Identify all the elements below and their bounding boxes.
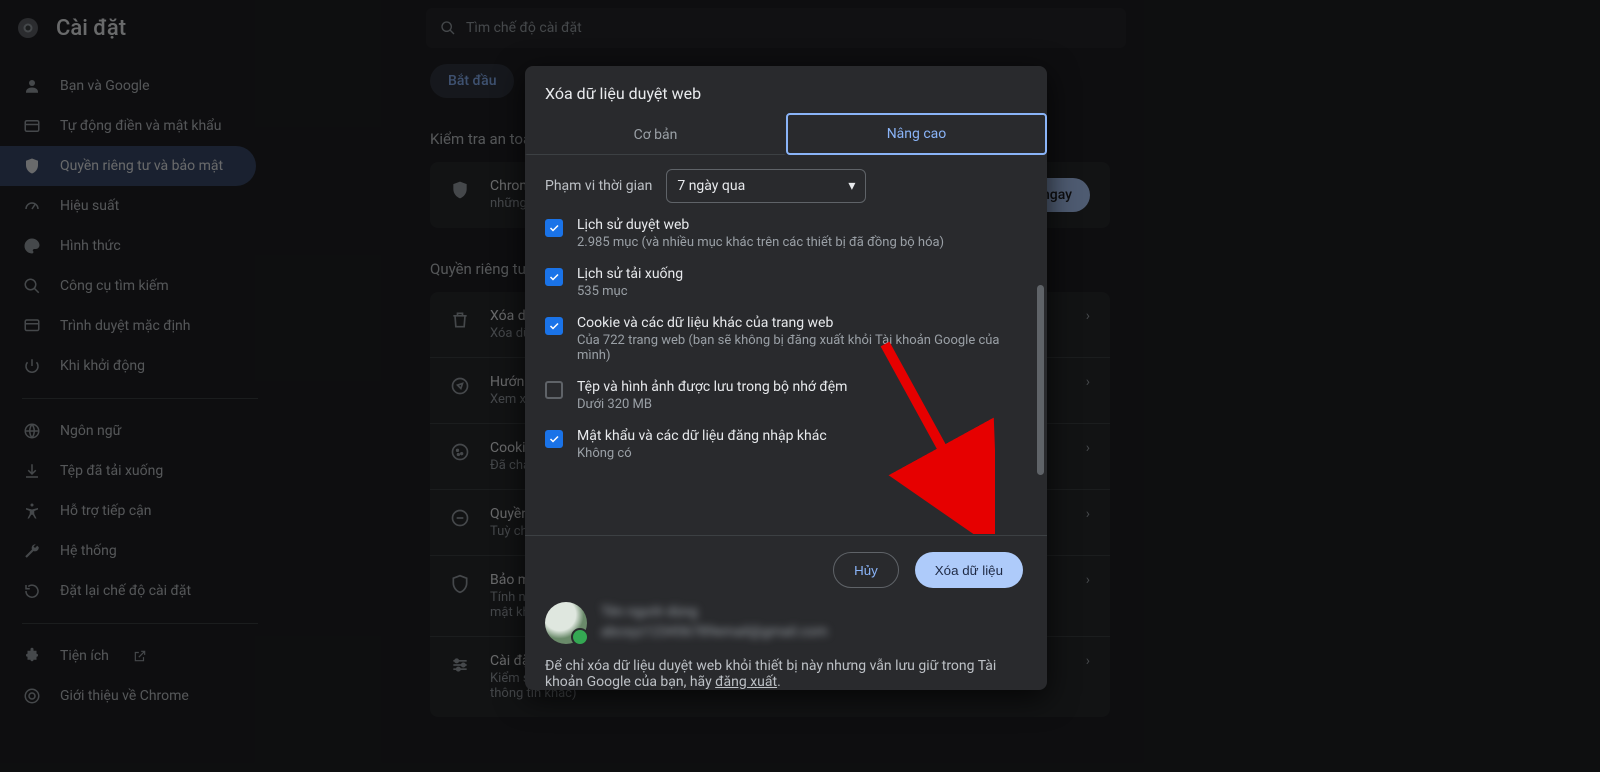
chevron-down-icon: ▾	[848, 178, 855, 194]
signed-in-account-row: Tên người dùng abcxyz123456789email@gmai…	[525, 602, 1047, 644]
time-range-value: 7 ngày qua	[677, 178, 745, 194]
checkbox[interactable]	[545, 317, 563, 335]
tab-basic[interactable]: Cơ bản	[525, 113, 786, 155]
signout-link[interactable]: đăng xuất	[715, 674, 777, 690]
checkbox[interactable]	[545, 268, 563, 286]
avatar	[545, 602, 587, 644]
option-cached[interactable]: Tệp và hình ảnh được lưu trong bộ nhớ đệ…	[545, 375, 1027, 416]
cancel-button[interactable]: Hủy	[833, 552, 899, 588]
account-text-blurred: Tên người dùng abcxyz123456789email@gmai…	[601, 603, 828, 642]
clear-data-button[interactable]: Xóa dữ liệu	[915, 552, 1023, 588]
checkbox[interactable]	[545, 430, 563, 448]
signout-note: Để chỉ xóa dữ liệu duyệt web khỏi thiết …	[525, 644, 1047, 690]
tab-advanced[interactable]: Nâng cao	[786, 113, 1047, 155]
modal-title: Xóa dữ liệu duyệt web	[525, 66, 1047, 113]
option-download-history[interactable]: Lịch sử tải xuống535 mục	[545, 262, 1027, 303]
modal-tabs: Cơ bản Nâng cao	[525, 113, 1047, 155]
option-passwords[interactable]: Mật khẩu và các dữ liệu đăng nhập khácKh…	[545, 424, 1027, 465]
options-list: Lịch sử duyệt web2.985 mục (và nhiều mục…	[545, 213, 1027, 493]
checkbox[interactable]	[545, 381, 563, 399]
modal-body: Phạm vi thời gian 7 ngày qua ▾ Lịch sử d…	[525, 155, 1047, 543]
checkbox[interactable]	[545, 219, 563, 237]
option-cookies[interactable]: Cookie và các dữ liệu khác của trang web…	[545, 311, 1027, 367]
time-range-label: Phạm vi thời gian	[545, 178, 652, 194]
clear-browsing-data-modal: Xóa dữ liệu duyệt web Cơ bản Nâng cao Ph…	[525, 66, 1047, 690]
scrollbar-thumb[interactable]	[1037, 285, 1044, 475]
time-range-select[interactable]: 7 ngày qua ▾	[666, 169, 866, 203]
option-browsing-history[interactable]: Lịch sử duyệt web2.985 mục (và nhiều mục…	[545, 213, 1027, 254]
